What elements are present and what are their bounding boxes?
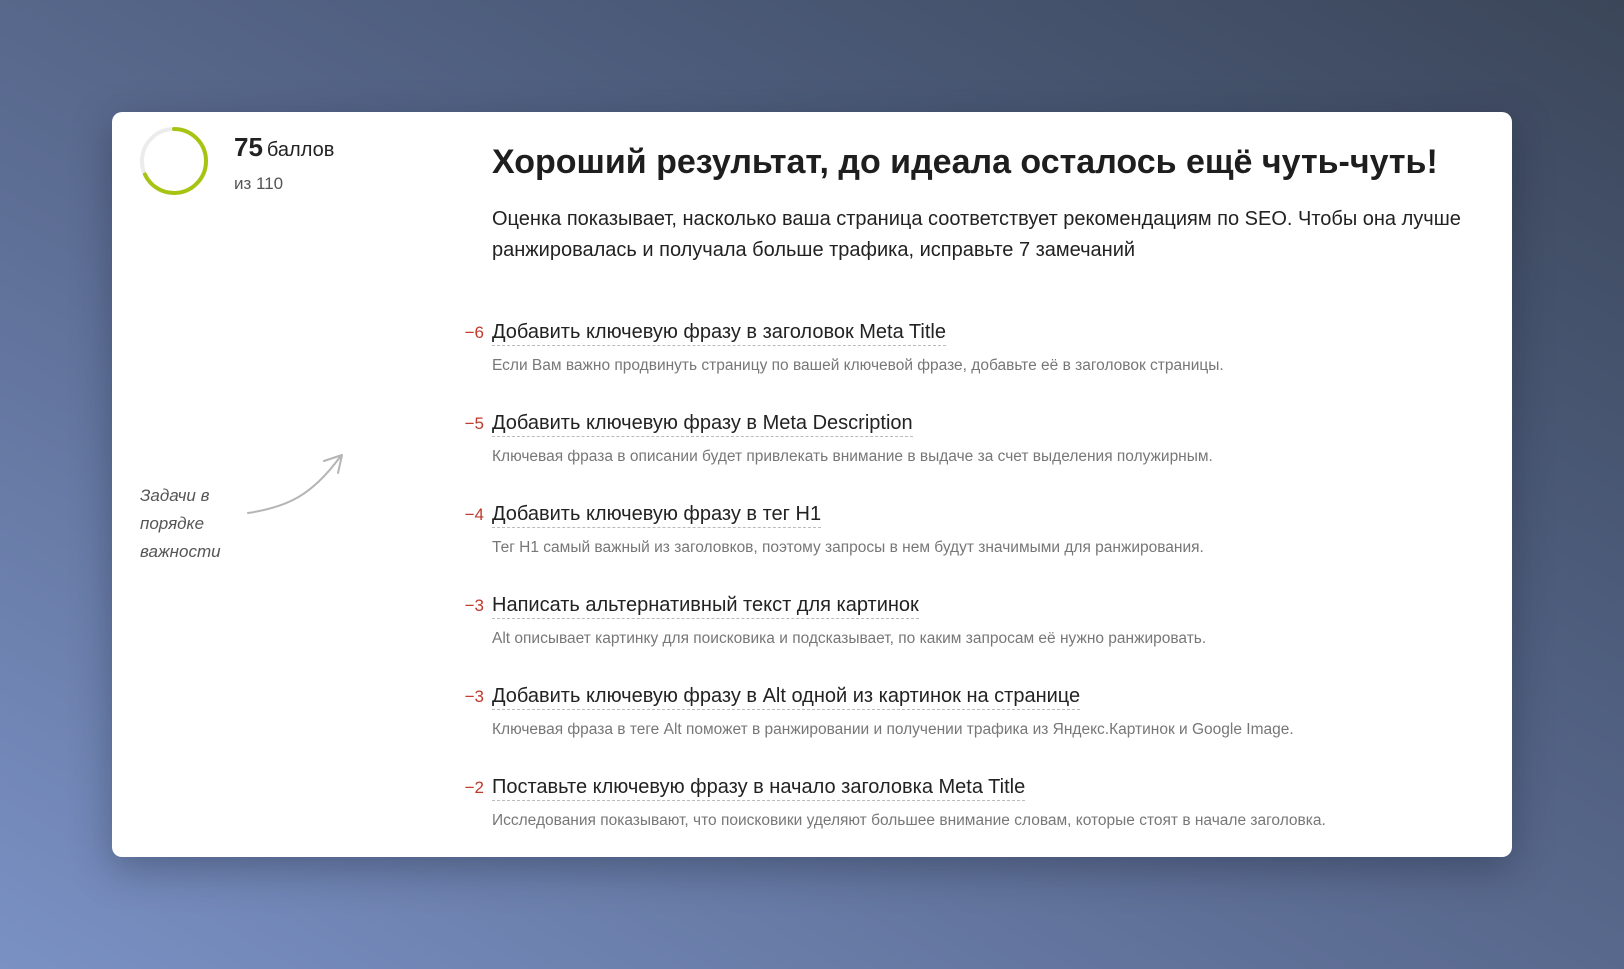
task-item: −6 Добавить ключевую фразу в заголовок M… — [452, 321, 1502, 412]
side-note-line: порядке — [140, 514, 205, 533]
task-penalty: −6 — [464, 323, 484, 342]
task-item: −3 Добавить ключевую фразу в Alt одной и… — [452, 685, 1502, 776]
curved-arrow-icon — [247, 454, 343, 514]
task-list: −6 Добавить ключевую фразу в заголовок M… — [452, 321, 1502, 857]
task-title-link[interactable]: Добавить ключевую фразу в Alt одной из к… — [492, 685, 1081, 710]
task-title-link[interactable]: Написать альтернативный текст для картин… — [492, 594, 919, 619]
seo-score-card: 75 баллов из 110 Задачи в порядке важност… — [112, 112, 1512, 857]
task-penalty: −3 — [464, 687, 484, 706]
score-value: 75 баллов — [234, 132, 334, 163]
side-note: Задачи в порядке важности — [140, 482, 250, 566]
score-progress-ring — [140, 127, 208, 195]
task-penalty: −3 — [464, 596, 484, 615]
score-description: Оценка показывает, насколько ваша страни… — [492, 208, 1461, 261]
task-item: −2 Поставьте ключевую фразу в начало заг… — [452, 776, 1502, 857]
side-note-line: Задачи в — [140, 486, 210, 505]
task-description: Исследования показывают, что поисковики … — [492, 812, 1326, 829]
task-penalty: −4 — [464, 505, 484, 524]
page-title: Хороший результат, до идеала осталось ещ… — [492, 143, 1438, 181]
task-description: Alt описывает картинку для поисковика и … — [492, 630, 1207, 647]
task-title-link[interactable]: Добавить ключевую фразу в тег H1 — [492, 503, 822, 528]
task-item: −5 Добавить ключевую фразу в Meta Descri… — [452, 412, 1502, 503]
task-title-link[interactable]: Добавить ключевую фразу в заголовок Meta… — [492, 321, 946, 346]
task-penalty: −5 — [464, 414, 484, 433]
side-note-line: важности — [140, 542, 221, 561]
task-title-link[interactable]: Добавить ключевую фразу в Meta Descripti… — [492, 412, 913, 437]
score-max: из 110 — [234, 174, 284, 193]
task-item: −4 Добавить ключевую фразу в тег H1 Тег … — [452, 503, 1502, 594]
task-description: Ключевая фраза в описании будет привлека… — [492, 448, 1213, 465]
score-unit: баллов — [266, 139, 335, 161]
score-number: 75 — [234, 132, 263, 162]
task-description: Тег H1 самый важный из заголовков, поэто… — [492, 539, 1204, 556]
task-description: Если Вам важно продвинуть страницу по ва… — [492, 357, 1224, 374]
task-description: Ключевая фраза в теге Alt поможет в ранж… — [492, 721, 1294, 738]
task-item: −3 Написать альтернативный текст для кар… — [452, 594, 1502, 685]
task-title-link[interactable]: Поставьте ключевую фразу в начало заголо… — [492, 776, 1026, 801]
task-penalty: −2 — [464, 778, 484, 797]
